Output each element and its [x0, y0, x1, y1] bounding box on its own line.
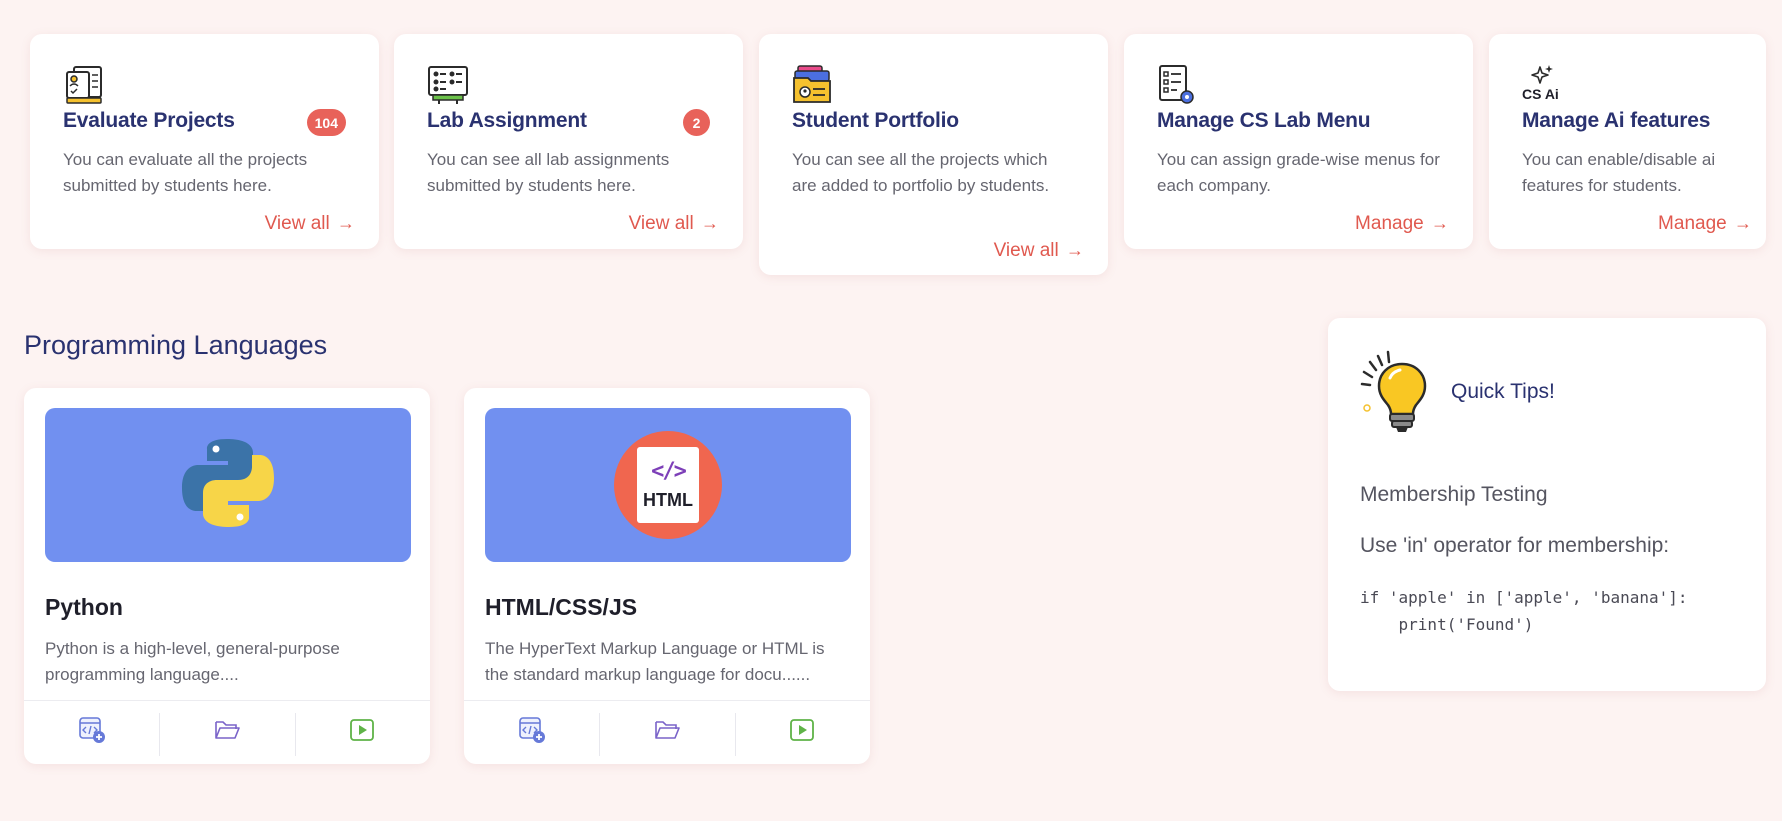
play-video-button[interactable] [734, 701, 870, 764]
language-banner: </> HTML [485, 408, 851, 562]
tip-text: Use 'in' operator for membership: [1360, 534, 1670, 557]
html-css-js-language-card[interactable]: </> HTML HTML/CSS/JS The HyperText Marku… [464, 388, 870, 764]
evaluate-projects-card: 104 Evaluate Projects You can evaluate a… [30, 34, 379, 249]
new-code-file-icon [517, 715, 547, 750]
html-icon-label: HTML [643, 490, 693, 510]
lab-assignment-card: 2 Lab Assignment You can see all lab ass… [394, 34, 743, 249]
manage-ai-features-card: CS Ai Manage Ai features You can enable/… [1489, 34, 1766, 249]
lab-assignment-icon [427, 64, 469, 106]
card-title: Student Portfolio [792, 109, 959, 132]
link-label: Manage [1355, 213, 1424, 234]
projects-count-badge: 104 [306, 109, 346, 136]
new-code-file-icon [77, 715, 107, 750]
arrow-right-icon: → [1431, 213, 1449, 233]
card-description: You can assign grade-wise menus for each… [1157, 150, 1440, 195]
tip-heading: Membership Testing [1360, 483, 1548, 506]
card-description: You can see all the projects which are a… [792, 150, 1050, 195]
open-folder-button[interactable] [599, 701, 734, 764]
folder-open-icon [653, 717, 681, 748]
student-portfolio-card: Student Portfolio You can see all the pr… [759, 34, 1108, 275]
link-label: View all [264, 213, 330, 234]
portfolio-folder-icon [792, 64, 834, 106]
language-description: Python is a high-level, general-purpose … [45, 639, 340, 684]
view-all-projects-link[interactable]: View all → [265, 213, 355, 235]
play-video-icon [788, 716, 816, 749]
manage-ai-link[interactable]: Manage → [1658, 213, 1752, 235]
card-title: Manage Ai features [1522, 109, 1711, 132]
arrow-right-icon: → [1734, 213, 1752, 233]
new-code-file-button[interactable] [464, 701, 599, 764]
language-title: Python [45, 594, 123, 620]
lightbulb-icon [1360, 348, 1432, 436]
language-title: HTML/CSS/JS [485, 594, 638, 620]
card-title: Evaluate Projects [63, 109, 235, 132]
section-title: Programming Languages [24, 330, 328, 360]
python-language-card[interactable]: Python Python is a high-level, general-p… [24, 388, 430, 764]
manage-cs-lab-menu-card: Manage CS Lab Menu You can assign grade-… [1124, 34, 1473, 249]
play-video-icon [348, 716, 376, 749]
quick-tips-card: Quick Tips! Membership Testing Use 'in' … [1328, 318, 1766, 691]
language-description: The HyperText Markup Language or HTML is… [485, 639, 825, 684]
cs-ai-sparkle-icon: CS Ai [1522, 64, 1572, 106]
view-all-portfolio-link[interactable]: View all → [994, 240, 1084, 262]
play-video-button[interactable] [294, 701, 430, 764]
card-title: Manage CS Lab Menu [1157, 109, 1371, 132]
assignments-count-badge: 2 [683, 109, 710, 136]
cs-ai-icon-label: CS Ai [1522, 86, 1559, 102]
arrow-right-icon: → [701, 213, 719, 233]
html-file-sheet: </> HTML [637, 447, 699, 523]
quick-tips-title: Quick Tips! [1451, 380, 1555, 403]
link-label: Manage [1658, 213, 1727, 234]
language-banner [45, 408, 411, 562]
language-actions [464, 700, 870, 764]
card-description: You can evaluate all the projects submit… [63, 150, 308, 195]
language-actions [24, 700, 430, 764]
code-brackets-icon: </> [651, 459, 687, 484]
arrow-right-icon: → [337, 213, 355, 233]
new-code-file-button[interactable] [24, 701, 159, 764]
view-all-assignments-link[interactable]: View all → [629, 213, 719, 235]
open-folder-button[interactable] [159, 701, 294, 764]
link-label: View all [993, 240, 1059, 261]
card-title: Lab Assignment [427, 109, 587, 132]
menu-settings-icon [1157, 64, 1199, 106]
manage-menu-link[interactable]: Manage → [1355, 213, 1449, 235]
folder-open-icon [213, 717, 241, 748]
card-description: You can enable/disable ai features for s… [1522, 150, 1716, 195]
python-logo-icon [176, 431, 280, 540]
link-label: View all [628, 213, 694, 234]
evaluate-projects-icon [63, 64, 105, 106]
html-file-icon: </> HTML [614, 431, 722, 539]
card-description: You can see all lab assignments submitte… [427, 150, 670, 195]
tip-code-snippet: if 'apple' in ['apple', 'banana']: print… [1360, 588, 1688, 634]
arrow-right-icon: → [1066, 240, 1084, 260]
